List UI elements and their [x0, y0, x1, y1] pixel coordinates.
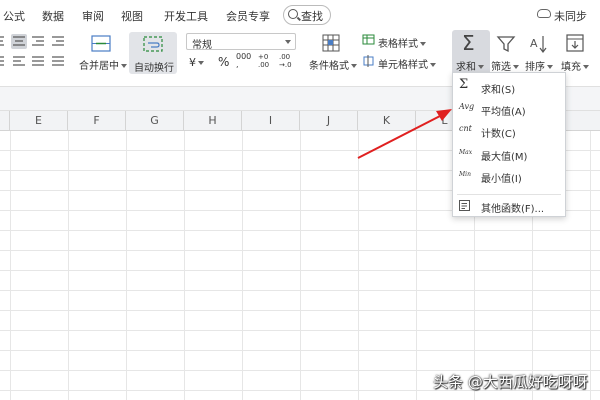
conditional-format-button[interactable]: 条件格式 — [309, 57, 357, 72]
menu-data[interactable]: 数据 — [42, 8, 64, 24]
increase-decimal-button[interactable]: +0.00 — [258, 53, 269, 69]
search-button[interactable]: 查找 — [283, 5, 331, 25]
grid-line — [300, 131, 301, 400]
grid-line — [0, 350, 600, 351]
watermark: 头条 @大西瓜好吃呀呀 — [433, 373, 588, 391]
cloud-icon[interactable] — [537, 9, 551, 18]
menu-view[interactable]: 视图 — [121, 8, 143, 24]
grid-line — [0, 290, 600, 291]
min-icon: Min — [459, 171, 471, 178]
alignment-icons[interactable] — [0, 30, 80, 78]
percent-button[interactable]: % — [218, 55, 229, 69]
merge-center-button[interactable]: 合并居中 — [79, 57, 127, 72]
grid-line — [590, 131, 591, 400]
number-format-select[interactable]: 常规 — [186, 33, 296, 51]
search-label: 查找 — [301, 10, 323, 23]
menu-item-sum[interactable]: Σ 求和(S) — [453, 76, 565, 98]
function-icon — [459, 200, 470, 211]
sigma-icon: Σ — [462, 31, 475, 55]
menu-item-label: 平均值(A) — [481, 107, 526, 118]
fill-icon[interactable] — [565, 33, 587, 55]
column-header-i[interactable]: I — [242, 111, 300, 131]
sigma-icon: Σ — [459, 77, 469, 92]
sum-button[interactable]: Σ 求和 — [452, 30, 490, 78]
column-header-f[interactable]: F — [68, 111, 126, 131]
sort-icon[interactable]: A — [528, 33, 550, 55]
grid-line — [358, 131, 359, 400]
grid-line — [0, 310, 600, 311]
column-header-h[interactable]: H — [184, 111, 242, 131]
cell-style-icon — [363, 55, 374, 67]
menu-member[interactable]: 会员专享 — [226, 8, 270, 24]
search-icon — [288, 9, 298, 19]
table-style-icon — [362, 34, 375, 45]
thousands-button[interactable]: 000, — [236, 53, 251, 69]
menu-formulas[interactable]: 公式 — [3, 8, 25, 24]
grid-line — [0, 230, 600, 231]
conditional-format-icon[interactable] — [322, 34, 342, 54]
menu-item-label: 其他函数(F)... — [481, 204, 545, 215]
svg-text:A: A — [530, 37, 538, 50]
sum-label: 求和 — [456, 58, 484, 73]
merge-center-icon[interactable] — [91, 34, 113, 54]
max-icon: Max — [459, 149, 473, 156]
grid-line — [126, 131, 127, 400]
menu-item-more-functions[interactable]: 其他函数(F)... — [453, 195, 565, 217]
number-format-value: 常规 — [192, 40, 212, 51]
grid-line — [242, 131, 243, 400]
wrap-text-button[interactable]: 自动换行 — [129, 32, 177, 74]
filter-icon[interactable] — [495, 34, 517, 54]
menu-item-label: 最大值(M) — [481, 152, 528, 163]
menu-item-count[interactable]: cnt 计数(C) — [453, 120, 565, 142]
chevron-down-icon — [285, 40, 291, 44]
column-header-e[interactable]: E — [10, 111, 68, 131]
filter-button[interactable]: 筛选 — [491, 58, 519, 73]
sum-dropdown-menu: Σ 求和(S) Avg 平均值(A) cnt 计数(C) Max 最大值(M) … — [452, 72, 566, 217]
grid-line — [10, 131, 11, 400]
grid-line — [0, 330, 600, 331]
menu-developer[interactable]: 开发工具 — [164, 8, 208, 24]
grid-line — [68, 131, 69, 400]
menu-item-max[interactable]: Max 最大值(M) — [453, 143, 565, 165]
menu-item-label: 求和(S) — [481, 85, 516, 96]
currency-button[interactable]: ¥ — [189, 56, 204, 69]
menu-item-min[interactable]: Min 最小值(I) — [453, 165, 565, 187]
count-icon: cnt — [459, 124, 472, 133]
grid-line — [0, 270, 600, 271]
cell-style-button[interactable]: 单元格样式 — [378, 56, 436, 71]
menu-item-label: 计数(C) — [481, 129, 516, 140]
menu-review[interactable]: 审阅 — [82, 8, 104, 24]
wrap-text-label: 自动换行 — [134, 63, 174, 74]
column-header-cell[interactable] — [0, 111, 10, 131]
grid-line — [184, 131, 185, 400]
sync-status[interactable]: 未同步 — [554, 8, 587, 24]
grid-line — [416, 131, 417, 400]
column-header-g[interactable]: G — [126, 111, 184, 131]
table-style-button[interactable]: 表格样式 — [378, 35, 426, 50]
menu-bar: 公式 数据 审阅 视图 开发工具 会员专享 查找 未同步 — [0, 0, 600, 30]
menu-item-average[interactable]: Avg 平均值(A) — [453, 98, 565, 120]
wrap-text-icon — [143, 36, 163, 52]
average-icon: Avg — [459, 102, 475, 111]
sort-button[interactable]: 排序 — [525, 58, 553, 73]
fill-button[interactable]: 填充 — [561, 58, 589, 73]
grid-line — [0, 250, 600, 251]
column-header-k[interactable]: K — [358, 111, 416, 131]
column-header-j[interactable]: J — [300, 111, 358, 131]
decrease-decimal-button[interactable]: .00 →.0 — [279, 53, 292, 69]
menu-item-label: 最小值(I) — [481, 174, 522, 185]
